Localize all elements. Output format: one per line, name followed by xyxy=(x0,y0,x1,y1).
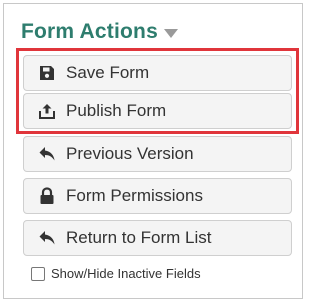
caret-down-icon[interactable] xyxy=(163,28,178,38)
form-permissions-button[interactable]: Form Permissions xyxy=(23,178,292,214)
show-hide-inactive-fields-toggle[interactable]: Show/Hide Inactive Fields xyxy=(31,266,201,281)
save-form-button[interactable]: Save Form xyxy=(23,55,292,91)
form-permissions-label: Form Permissions xyxy=(66,186,203,205)
return-to-form-list-label: Return to Form List xyxy=(66,228,212,247)
publish-form-label: Publish Form xyxy=(66,101,167,120)
form-actions-header[interactable]: Form Actions xyxy=(21,18,178,46)
back-arrow-icon xyxy=(37,144,57,164)
save-form-label: Save Form xyxy=(66,63,150,82)
upload-icon xyxy=(37,101,57,121)
lock-icon xyxy=(37,186,57,206)
previous-version-button[interactable]: Previous Version xyxy=(23,136,292,172)
previous-version-label: Previous Version xyxy=(66,144,194,163)
save-icon xyxy=(37,63,57,83)
checkbox-label: Show/Hide Inactive Fields xyxy=(51,266,201,281)
back-arrow-icon xyxy=(37,228,57,248)
panel-title: Form Actions xyxy=(21,20,158,43)
form-actions-panel: Form Actions Save Form Publish Form Prev… xyxy=(3,3,303,299)
publish-form-button[interactable]: Publish Form xyxy=(23,93,292,129)
inactive-fields-checkbox[interactable] xyxy=(31,266,45,281)
return-to-form-list-button[interactable]: Return to Form List xyxy=(23,220,292,256)
